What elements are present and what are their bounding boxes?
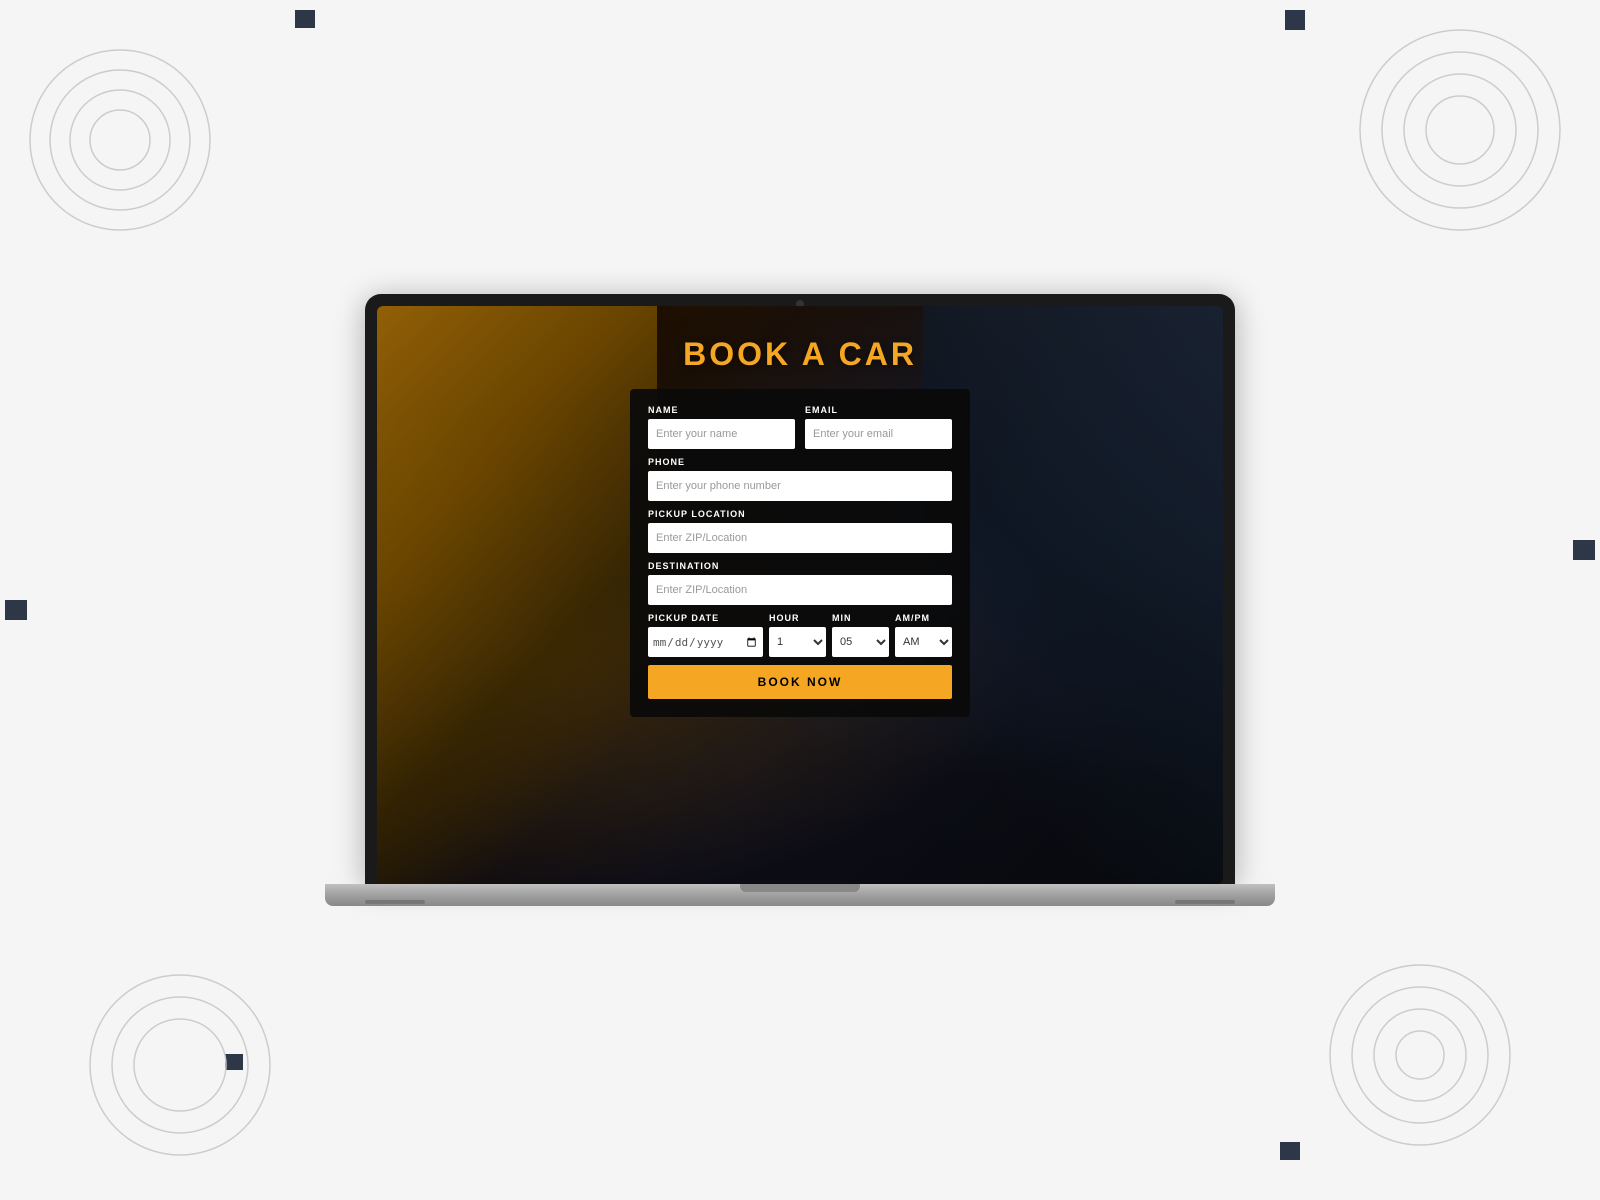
hour-label: HOUR (769, 613, 826, 623)
laptop-bezel: BOOK A CAR NAME EMAIL (365, 294, 1235, 884)
pickup-field-group: PICKUP LOCATION (648, 509, 952, 553)
date-field-group: PICKUP DATE (648, 613, 763, 657)
phone-field-group: PHONE (648, 457, 952, 501)
deco-square-3 (5, 600, 27, 620)
datetime-row: PICKUP DATE HOUR 1 2 3 4 5 6 (648, 613, 952, 657)
hour-field-group: HOUR 1 2 3 4 5 6 7 8 9 10 (769, 613, 826, 657)
laptop-foot-right (1175, 900, 1235, 904)
email-input[interactable] (805, 419, 952, 449)
name-input[interactable] (648, 419, 795, 449)
phone-input[interactable] (648, 471, 952, 501)
destination-input[interactable] (648, 575, 952, 605)
car-left (377, 306, 657, 884)
hero-background: BOOK A CAR NAME EMAIL (377, 306, 1223, 884)
pickup-input[interactable] (648, 523, 952, 553)
email-field-group: EMAIL (805, 405, 952, 449)
deco-square-1 (295, 10, 315, 28)
laptop-screen: BOOK A CAR NAME EMAIL (377, 306, 1223, 884)
destination-field-group: DESTINATION (648, 561, 952, 605)
name-field-group: NAME (648, 405, 795, 449)
laptop-mockup: BOOK A CAR NAME EMAIL (325, 294, 1275, 906)
phone-label: PHONE (648, 457, 952, 467)
ampm-select[interactable]: AM PM (895, 627, 952, 657)
laptop-base (325, 884, 1275, 906)
email-label: EMAIL (805, 405, 952, 415)
name-label: NAME (648, 405, 795, 415)
laptop-foot-left (365, 900, 425, 904)
min-label: MIN (832, 613, 889, 623)
destination-label: DESTINATION (648, 561, 952, 571)
laptop-hinge (740, 884, 860, 892)
booking-form: NAME EMAIL PHONE (630, 389, 970, 717)
deco-square-5 (1280, 1142, 1300, 1160)
ampm-label: AM/PM (895, 613, 952, 623)
date-input[interactable] (648, 627, 763, 657)
min-select[interactable]: 00 05 10 15 20 25 30 35 40 45 50 (832, 627, 889, 657)
deco-square-6 (1573, 540, 1595, 560)
book-now-button[interactable]: BOOK NOW (648, 665, 952, 699)
date-label: PICKUP DATE (648, 613, 763, 623)
hour-select[interactable]: 1 2 3 4 5 6 7 8 9 10 11 (769, 627, 826, 657)
deco-square-2 (1285, 10, 1305, 30)
ampm-field-group: AM/PM AM PM (895, 613, 952, 657)
pickup-label: PICKUP LOCATION (648, 509, 952, 519)
name-email-row: NAME EMAIL (648, 405, 952, 449)
deco-square-4 (225, 1054, 243, 1070)
min-field-group: MIN 00 05 10 15 20 25 30 35 40 (832, 613, 889, 657)
page-title: BOOK A CAR (683, 336, 917, 373)
